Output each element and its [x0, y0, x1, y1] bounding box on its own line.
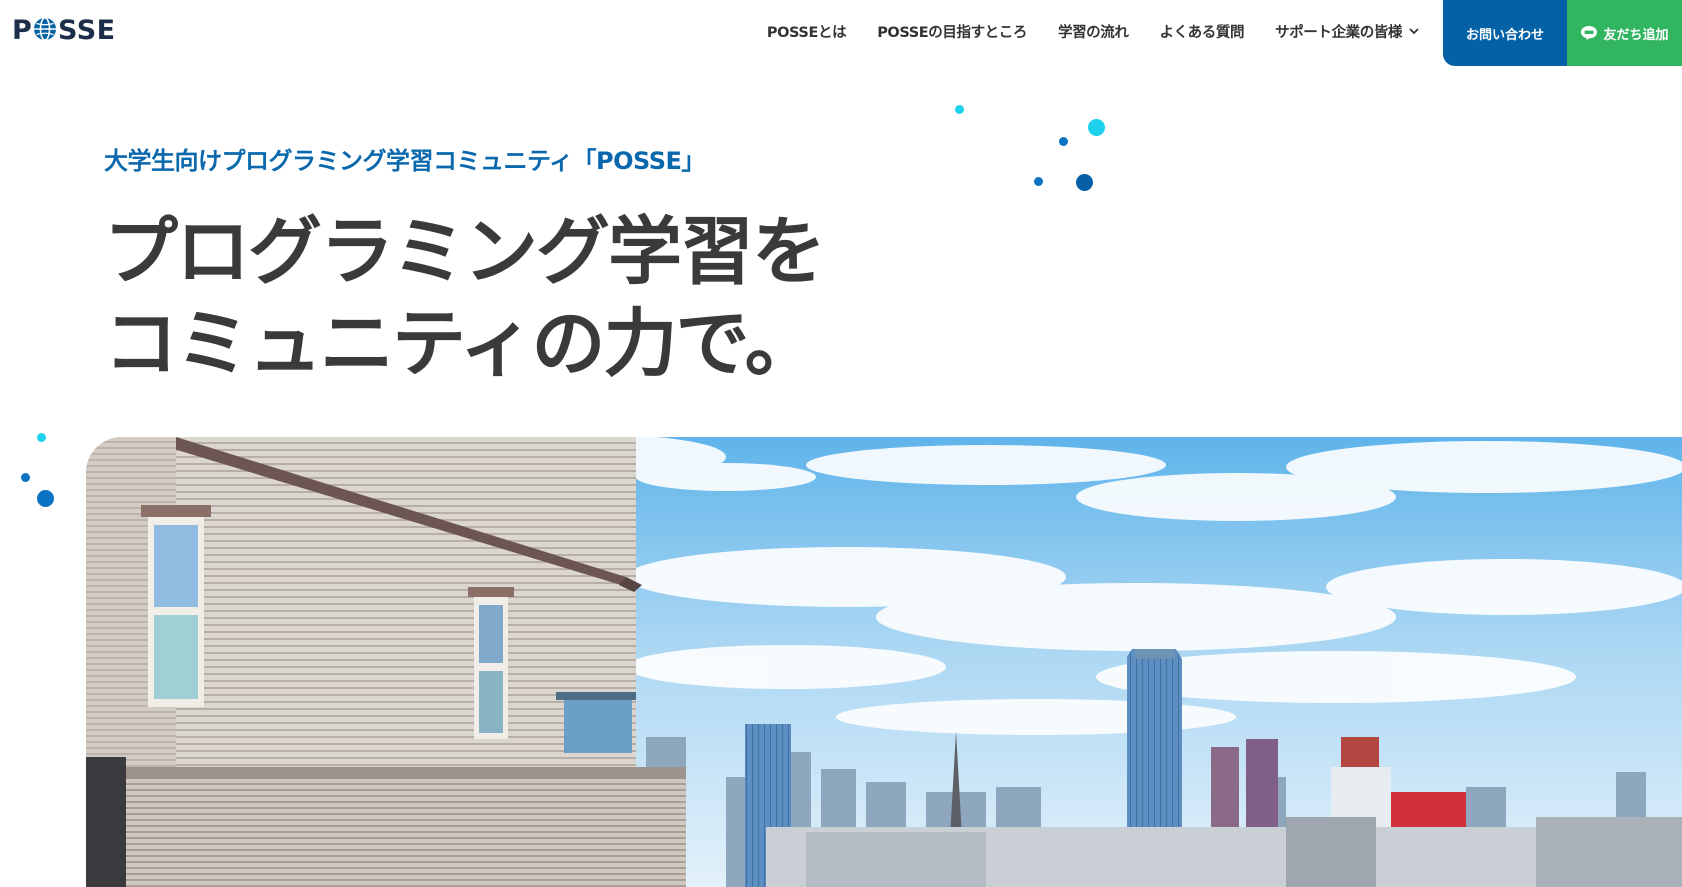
decor-dot: [1076, 174, 1093, 191]
nav-item-label: POSSEとは: [766, 24, 847, 41]
decor-dot: [1059, 137, 1068, 146]
nav-item-learning-flow[interactable]: 学習の流れ: [1058, 21, 1129, 42]
decor-dot: [21, 473, 30, 482]
nav-item-label: サポート企業の皆様: [1275, 24, 1402, 41]
svg-text:SSE: SSE: [58, 15, 116, 45]
nav-item-faq[interactable]: よくある質問: [1159, 21, 1244, 42]
hero-photo: [86, 437, 1682, 887]
decor-dot: [37, 490, 54, 507]
hero-title: プログラミング学習を コミュニティの力で。: [104, 206, 826, 390]
decor-dot: [1034, 177, 1043, 186]
contact-button-label: お問い合わせ: [1465, 27, 1544, 43]
line-chat-icon: [1581, 26, 1598, 40]
line-add-friend-button[interactable]: 友だち追加: [1567, 0, 1682, 66]
nav-item-label: POSSEの目指すところ: [877, 24, 1027, 41]
decor-dot: [955, 105, 964, 114]
decor-dot: [37, 433, 46, 442]
nav-item-sponsors[interactable]: サポート企業の皆様: [1275, 21, 1420, 42]
posse-logo-mark: P SSE: [12, 15, 116, 46]
nav-item-label: 学習の流れ: [1057, 24, 1129, 41]
nav-item-label: よくある質問: [1159, 24, 1245, 41]
hero-subtitle: 大学生向けプログラミング学習コミュニティ「POSSE」: [104, 147, 705, 175]
nav-item-vision[interactable]: POSSEの目指すところ: [877, 21, 1027, 42]
decor-dot: [1088, 119, 1105, 136]
globe-o-icon: [34, 17, 56, 41]
svg-text:P: P: [12, 15, 32, 45]
posse-logo[interactable]: P SSE: [12, 15, 136, 46]
main-nav: POSSEとは POSSEの目指すところ 学習の流れ よくある質問 サポート企業…: [767, 0, 1420, 62]
nav-item-about[interactable]: POSSEとは: [766, 21, 847, 42]
hero-title-line: コミュニティの力で。: [104, 301, 819, 387]
hero-title-line: プログラミング学習を: [104, 209, 826, 295]
line-button-label: 友だち追加: [1603, 27, 1669, 43]
contact-button[interactable]: お問い合わせ: [1443, 0, 1567, 66]
site-header: P SSE POSSEとは POSSEの目指すところ 学習の流れ よくある質問 …: [0, 0, 1682, 66]
chevron-down-icon: [1409, 28, 1419, 35]
city-rooftop-photo: [86, 437, 1682, 887]
